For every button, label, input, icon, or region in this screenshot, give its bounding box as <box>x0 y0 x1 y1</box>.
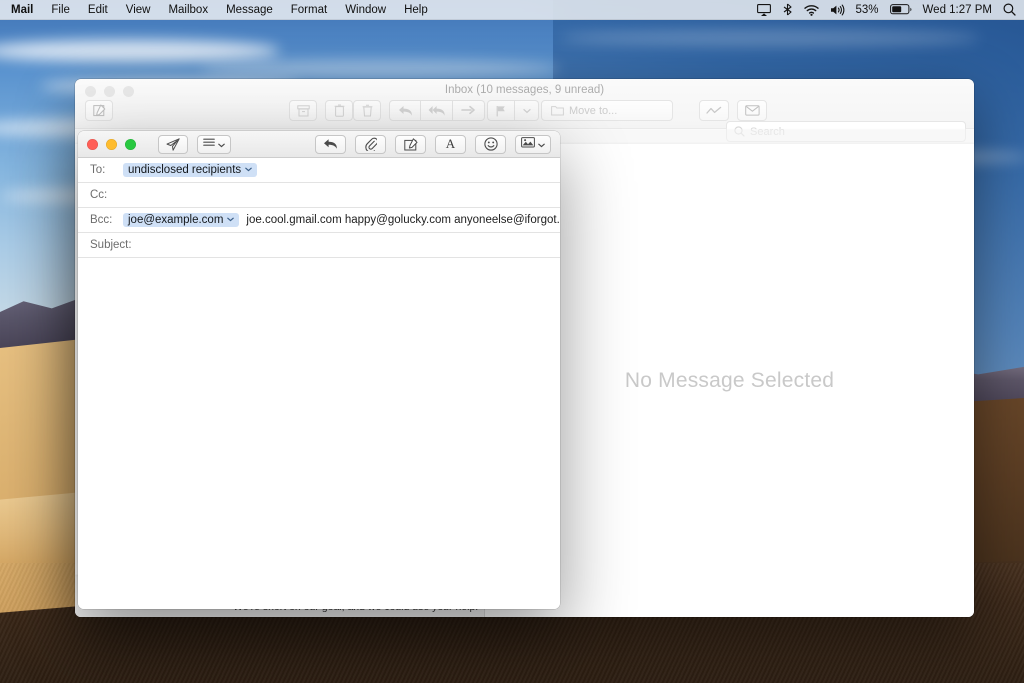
menu-item-help[interactable]: Help <box>395 0 437 20</box>
header-fields-button[interactable] <box>197 134 231 154</box>
bcc-token-label: joe@example.com <box>128 214 224 226</box>
compose-toolbar: A <box>78 131 560 158</box>
compose-traffic-lights[interactable] <box>78 138 136 150</box>
airplay-icon[interactable] <box>756 3 771 16</box>
to-token-label: undisclosed recipients <box>128 164 242 176</box>
menu-item-file[interactable]: File <box>42 0 79 20</box>
compose-right-toolbar-group: A <box>315 134 551 154</box>
menu-item-mailbox[interactable]: Mailbox <box>159 0 217 20</box>
battery-icon[interactable] <box>889 4 912 15</box>
to-recipient-token[interactable]: undisclosed recipients <box>123 163 258 177</box>
bcc-recipient-token[interactable]: joe@example.com <box>123 213 240 227</box>
menu-item-message[interactable]: Message <box>217 0 282 20</box>
bcc-field-label: Bcc: <box>90 214 113 226</box>
subject-field-row[interactable]: Subject: <box>78 233 560 258</box>
delete-icon[interactable] <box>353 100 381 121</box>
emoji-smiley-icon[interactable] <box>475 134 506 154</box>
menu-item-format[interactable]: Format <box>282 0 336 20</box>
cc-field-row[interactable]: Cc: <box>78 183 560 208</box>
reply-arrow-icon[interactable] <box>315 134 346 154</box>
wifi-icon[interactable] <box>803 4 819 16</box>
menu-bar: Mail File Edit View Mailbox Message Form… <box>0 0 1024 20</box>
mail-window-toolbar: Inbox (10 messages, 9 unread) Move to... <box>75 79 974 142</box>
bcc-plain-recipients[interactable]: joe.cool.gmail.com happy@golucky.com any… <box>246 214 560 226</box>
compose-minimize-button[interactable] <box>106 138 117 150</box>
menu-item-view[interactable]: View <box>117 0 160 20</box>
menu-bar-status-items: 53% Wed 1:27 PM <box>756 3 1024 16</box>
mail-window-title: Inbox (10 messages, 9 unread) <box>444 84 605 96</box>
flag-button-group <box>487 100 539 121</box>
menu-item-mail[interactable]: Mail <box>9 0 42 20</box>
photo-browser-icon <box>521 135 535 153</box>
chevron-down-icon <box>538 135 545 153</box>
menu-bar-left: Mail File Edit View Mailbox Message Form… <box>0 0 437 20</box>
wallpaper-cloud <box>560 30 980 46</box>
mark-as-junk-icon[interactable] <box>325 100 353 121</box>
format-text-icon[interactable]: A <box>435 134 466 154</box>
chevron-down-icon[interactable] <box>227 217 235 224</box>
bluetooth-icon[interactable] <box>782 3 793 16</box>
wallpaper-cloud <box>200 60 560 78</box>
menu-item-window[interactable]: Window <box>336 0 395 20</box>
to-field-row[interactable]: To: undisclosed recipients <box>78 158 560 183</box>
activity-monitor-icon[interactable] <box>699 100 729 121</box>
header-fields-list-icon <box>203 135 215 153</box>
reply-all-icon[interactable] <box>421 100 453 121</box>
compose-zoom-button[interactable] <box>125 138 136 150</box>
paperclip-attach-icon[interactable] <box>355 134 386 154</box>
photo-browser-button[interactable] <box>515 134 551 154</box>
compose-message-body[interactable] <box>78 258 560 609</box>
move-to-folder-icon <box>551 106 564 116</box>
compose-message-icon[interactable] <box>85 100 113 121</box>
chevron-down-icon <box>218 135 225 153</box>
mail-toolbar-buttons: Move to... Search <box>75 100 974 142</box>
move-to-button[interactable]: Move to... <box>541 100 673 121</box>
spotlight-search-icon[interactable] <box>1003 3 1016 16</box>
send-paper-plane-icon[interactable] <box>158 134 188 154</box>
move-to-label: Move to... <box>569 104 618 117</box>
reply-icon[interactable] <box>389 100 421 121</box>
menu-item-edit[interactable]: Edit <box>79 0 117 20</box>
battery-percentage[interactable]: 53% <box>856 4 879 16</box>
flag-icon[interactable] <box>487 100 515 121</box>
markup-icon[interactable] <box>395 134 426 154</box>
get-new-mail-icon[interactable] <box>737 100 767 121</box>
compose-left-toolbar-group <box>158 134 231 154</box>
to-field-label: To: <box>90 164 106 176</box>
chevron-down-icon[interactable] <box>245 167 252 174</box>
flag-chevron-down-icon[interactable] <box>515 100 539 121</box>
subject-field-label: Subject: <box>90 239 132 251</box>
archive-icon[interactable] <box>289 100 317 121</box>
compose-header-fields: To: undisclosed recipients Cc: Bcc: joe@… <box>78 158 560 258</box>
cc-field-label: Cc: <box>90 189 108 201</box>
forward-icon[interactable] <box>453 100 485 121</box>
menu-bar-clock[interactable]: Wed 1:27 PM <box>923 4 992 16</box>
volume-icon[interactable] <box>830 4 845 16</box>
bcc-field-row[interactable]: Bcc: joe@example.com joe.cool.gmail.com … <box>78 208 560 233</box>
reply-forward-button-group <box>389 100 485 121</box>
compose-message-window[interactable]: A To: undisclosed recipients Cc: Bcc: jo… <box>78 131 560 609</box>
compose-close-button[interactable] <box>87 138 98 150</box>
format-label: A <box>445 136 456 151</box>
no-message-selected-label: No Message Selected <box>624 368 835 392</box>
